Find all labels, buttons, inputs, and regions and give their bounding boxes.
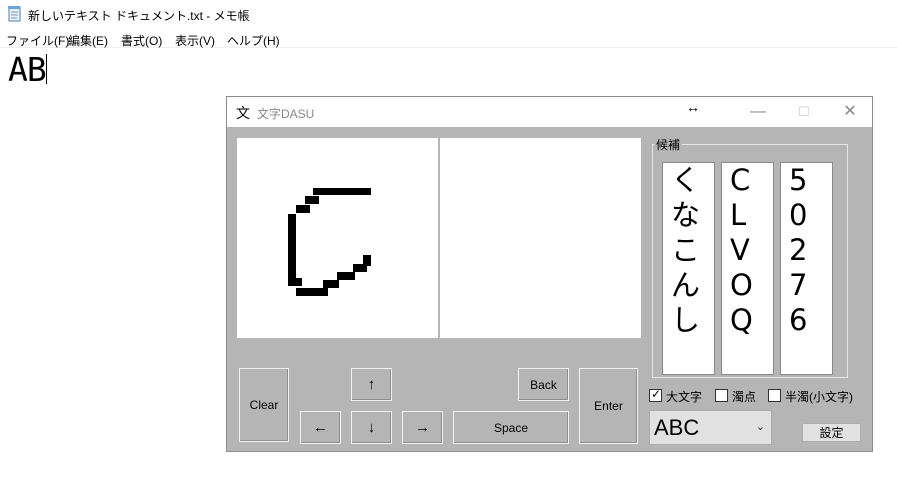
menu-view[interactable]: 表示(V)	[175, 32, 215, 49]
minimize-button[interactable]: —	[735, 97, 781, 127]
menu-edit[interactable]: 編集(E)	[68, 32, 108, 49]
candidate-item[interactable]: 2	[781, 233, 832, 268]
candidate-column-alpha[interactable]: C L V O Q	[721, 162, 774, 375]
mode-select-value: ABC	[654, 415, 700, 440]
menu-format[interactable]: 書式(O)	[121, 32, 162, 49]
enter-button[interactable]: Enter	[579, 368, 638, 444]
dasu-window: 文 文字DASU ↔ — ☐ ✕ 候補 く な こ ん し C L V O Q …	[226, 96, 873, 452]
check-icon: ✓	[651, 387, 662, 401]
candidate-item[interactable]: こ	[663, 233, 714, 268]
menu-file[interactable]: ファイル(F)	[6, 32, 69, 49]
candidate-column-digits[interactable]: 5 0 2 7 6	[780, 162, 833, 375]
candidate-item[interactable]: C	[722, 163, 773, 198]
handwritten-stroke	[288, 188, 371, 296]
clear-button[interactable]: Clear	[239, 368, 289, 442]
dasu-titlebar[interactable]: 文 文字DASU ↔ — ☐ ✕	[227, 97, 872, 127]
candidate-item[interactable]: Q	[722, 303, 773, 338]
uppercase-checkbox[interactable]: ✓	[649, 387, 662, 402]
notepad-titlebar: 新しいテキスト ドキュメント.txt - メモ帳	[0, 0, 897, 30]
candidate-item[interactable]: 0	[781, 198, 832, 233]
candidate-item[interactable]: V	[722, 233, 773, 268]
chevron-down-icon: ⌄	[755, 421, 765, 433]
arrow-left-button[interactable]: ←	[300, 411, 341, 444]
close-button[interactable]: ✕	[827, 97, 873, 127]
uppercase-label[interactable]: 大文字	[666, 388, 702, 405]
notepad-title: 新しいテキスト ドキュメント.txt - メモ帳	[28, 9, 250, 23]
resize-cursor-icon: ↔	[686, 99, 700, 115]
candidate-item[interactable]: し	[663, 303, 714, 338]
settings-button[interactable]: 設定	[802, 423, 861, 442]
candidate-item[interactable]: L	[722, 198, 773, 233]
arrow-up-button[interactable]: ↑	[351, 368, 392, 401]
candidate-item[interactable]: 7	[781, 268, 832, 303]
handakuten-label[interactable]: 半濁(小文字)	[785, 388, 853, 405]
notepad-menubar: ファイル(F) 編集(E) 書式(O) 表示(V) ヘルプ(H)	[0, 30, 897, 48]
mode-select[interactable]: ABC ⌄	[649, 410, 772, 445]
text-caret	[46, 54, 47, 84]
dakuten-checkbox[interactable]	[715, 389, 728, 402]
candidate-group-label: 候補	[654, 136, 683, 153]
notepad-icon	[8, 6, 21, 22]
back-button[interactable]: Back	[518, 368, 569, 401]
candidate-column-kana[interactable]: く な こ ん し	[662, 162, 715, 375]
candidate-item[interactable]: ん	[663, 268, 714, 303]
candidate-item[interactable]: O	[722, 268, 773, 303]
arrow-down-button[interactable]: ↓	[351, 411, 392, 444]
candidate-item[interactable]: 5	[781, 163, 832, 198]
menu-help[interactable]: ヘルプ(H)	[227, 32, 280, 49]
handakuten-checkbox[interactable]	[768, 389, 781, 402]
drawing-canvas-left[interactable]	[237, 138, 438, 338]
maximize-button[interactable]: ☐	[781, 97, 827, 127]
space-button[interactable]: Space	[453, 411, 569, 444]
arrow-right-button[interactable]: →	[402, 411, 443, 444]
dasu-title: 文字DASU	[257, 107, 315, 121]
candidate-item[interactable]: な	[663, 198, 714, 233]
notepad-text[interactable]: AB	[8, 51, 47, 89]
candidate-item[interactable]: く	[663, 163, 714, 198]
drawing-canvas-right[interactable]	[440, 138, 641, 338]
candidate-item[interactable]: 6	[781, 303, 832, 338]
dakuten-label[interactable]: 濁点	[732, 388, 756, 405]
dasu-app-icon: 文	[236, 106, 250, 122]
